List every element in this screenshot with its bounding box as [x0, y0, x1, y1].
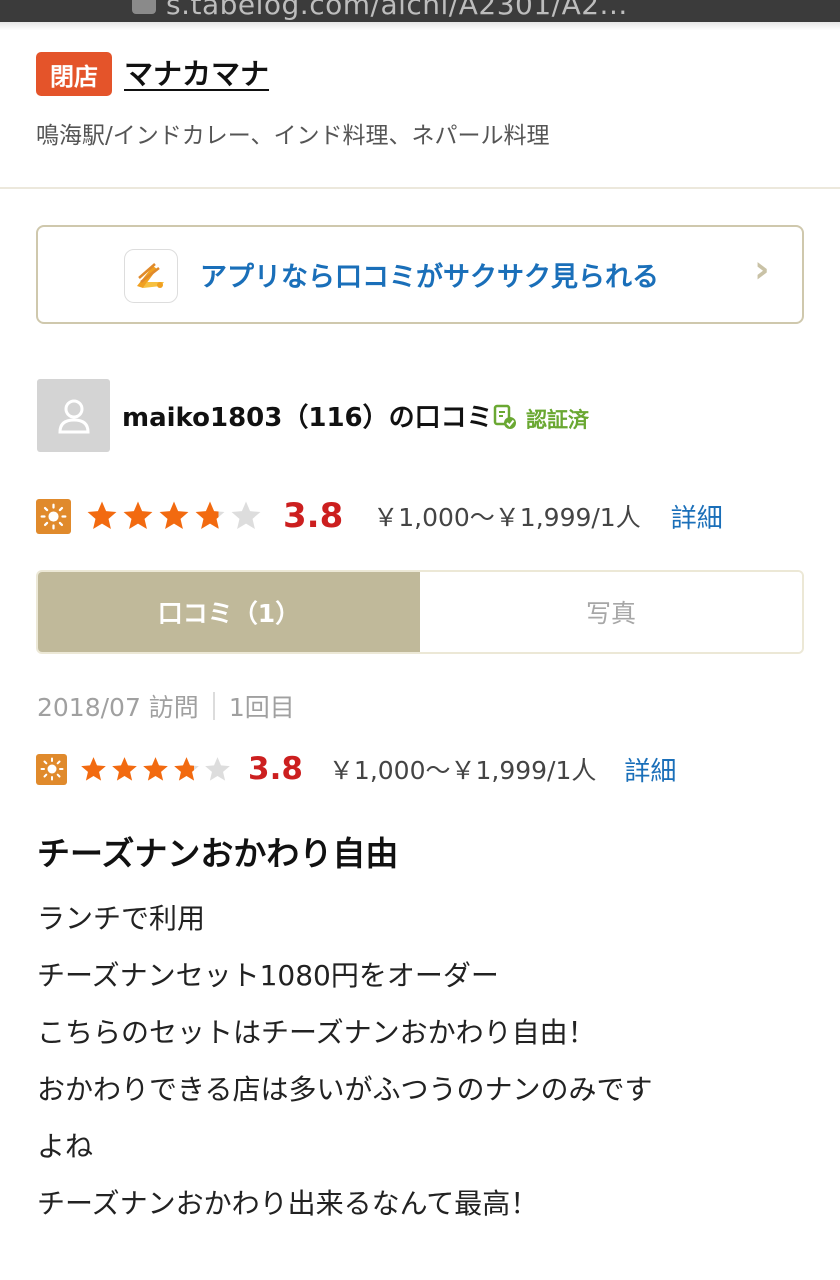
browser-url-bar[interactable]: s.tabelog.com/aichi/A2301/A2...	[0, 0, 840, 22]
closed-badge: 閉店	[36, 52, 112, 96]
star-icon	[195, 501, 225, 530]
star-icon	[112, 756, 137, 781]
verified-label: 認証済	[526, 408, 589, 432]
store-station-genre: 鳴海駅/インドカレー、インド料理、ネパール料理	[36, 123, 550, 149]
url-text[interactable]: s.tabelog.com/aichi/A2301/A2...	[166, 0, 628, 21]
tab-photos[interactable]: 写真	[420, 572, 802, 652]
detail-link[interactable]: 詳細	[671, 498, 723, 535]
daytime-sun-icon	[36, 753, 67, 785]
review-line: チーズナンおかわり出来るなんて最高！	[37, 1187, 539, 1220]
star-rating	[79, 755, 234, 784]
lock-icon	[132, 0, 156, 14]
user-avatar[interactable]	[37, 379, 110, 452]
url-bar-shadow	[0, 22, 840, 30]
review-line: チーズナンセット1080円をオーダー	[37, 959, 499, 992]
review-line: よね	[37, 1130, 94, 1163]
review-line: おかわりできる店は多いがふつうのナンのみです	[37, 1073, 653, 1106]
visit-separator	[212, 692, 215, 720]
visit-info: 2018/07 訪問 1回目	[37, 688, 295, 724]
daytime-sun-icon	[36, 498, 71, 534]
user-silhouette-icon	[57, 399, 90, 433]
star-icon	[143, 756, 168, 781]
review-title[interactable]: チーズナンおかわり自由	[37, 827, 398, 875]
app-banner[interactable]: アプリなら口コミがサクサク見られる ›	[36, 225, 804, 324]
detail-link[interactable]: 詳細	[624, 751, 676, 788]
review-line: ランチで利用	[37, 902, 206, 935]
visit-count: 1回目	[228, 693, 295, 722]
rating-score: 3.8	[283, 496, 344, 536]
star-icon	[123, 501, 153, 530]
summary-rating-row: 3.8 ￥1,000～￥1,999/1人 詳細	[36, 496, 723, 536]
review-body: ランチで利用 チーズナンセット1080円をオーダー こちらのセットはチーズナンお…	[37, 890, 817, 1232]
star-icon	[87, 501, 117, 530]
rating-score: 3.8	[248, 751, 303, 787]
star-rating	[85, 499, 265, 533]
star-icon	[159, 501, 189, 530]
star-icon	[81, 756, 106, 781]
app-banner-text: アプリなら口コミがサクサク見られる	[200, 262, 659, 293]
star-icon	[231, 501, 261, 530]
review-rating-row: 3.8 ￥1,000～￥1,999/1人 詳細	[36, 751, 676, 787]
price-range: ￥1,000～￥1,999/1人	[373, 503, 641, 532]
header-divider	[0, 187, 840, 189]
review-tabs: 口コミ（1） 写真	[36, 570, 804, 654]
review-line: こちらのセットはチーズナンおかわり自由！	[37, 1016, 596, 1049]
store-name-link[interactable]: マナカマナ	[124, 52, 269, 96]
tabelog-app-icon	[124, 249, 178, 303]
star-icon	[174, 756, 199, 781]
chevron-right-icon: ›	[754, 247, 770, 291]
verified-check-icon	[493, 404, 516, 429]
price-range: ￥1,000～￥1,999/1人	[328, 756, 597, 785]
reviewer-name[interactable]: maiko1803（116）の口コミ	[122, 397, 493, 434]
star-icon	[205, 756, 230, 781]
tab-reviews[interactable]: 口コミ（1）	[38, 572, 420, 652]
visit-date: 2018/07 訪問	[37, 693, 199, 722]
